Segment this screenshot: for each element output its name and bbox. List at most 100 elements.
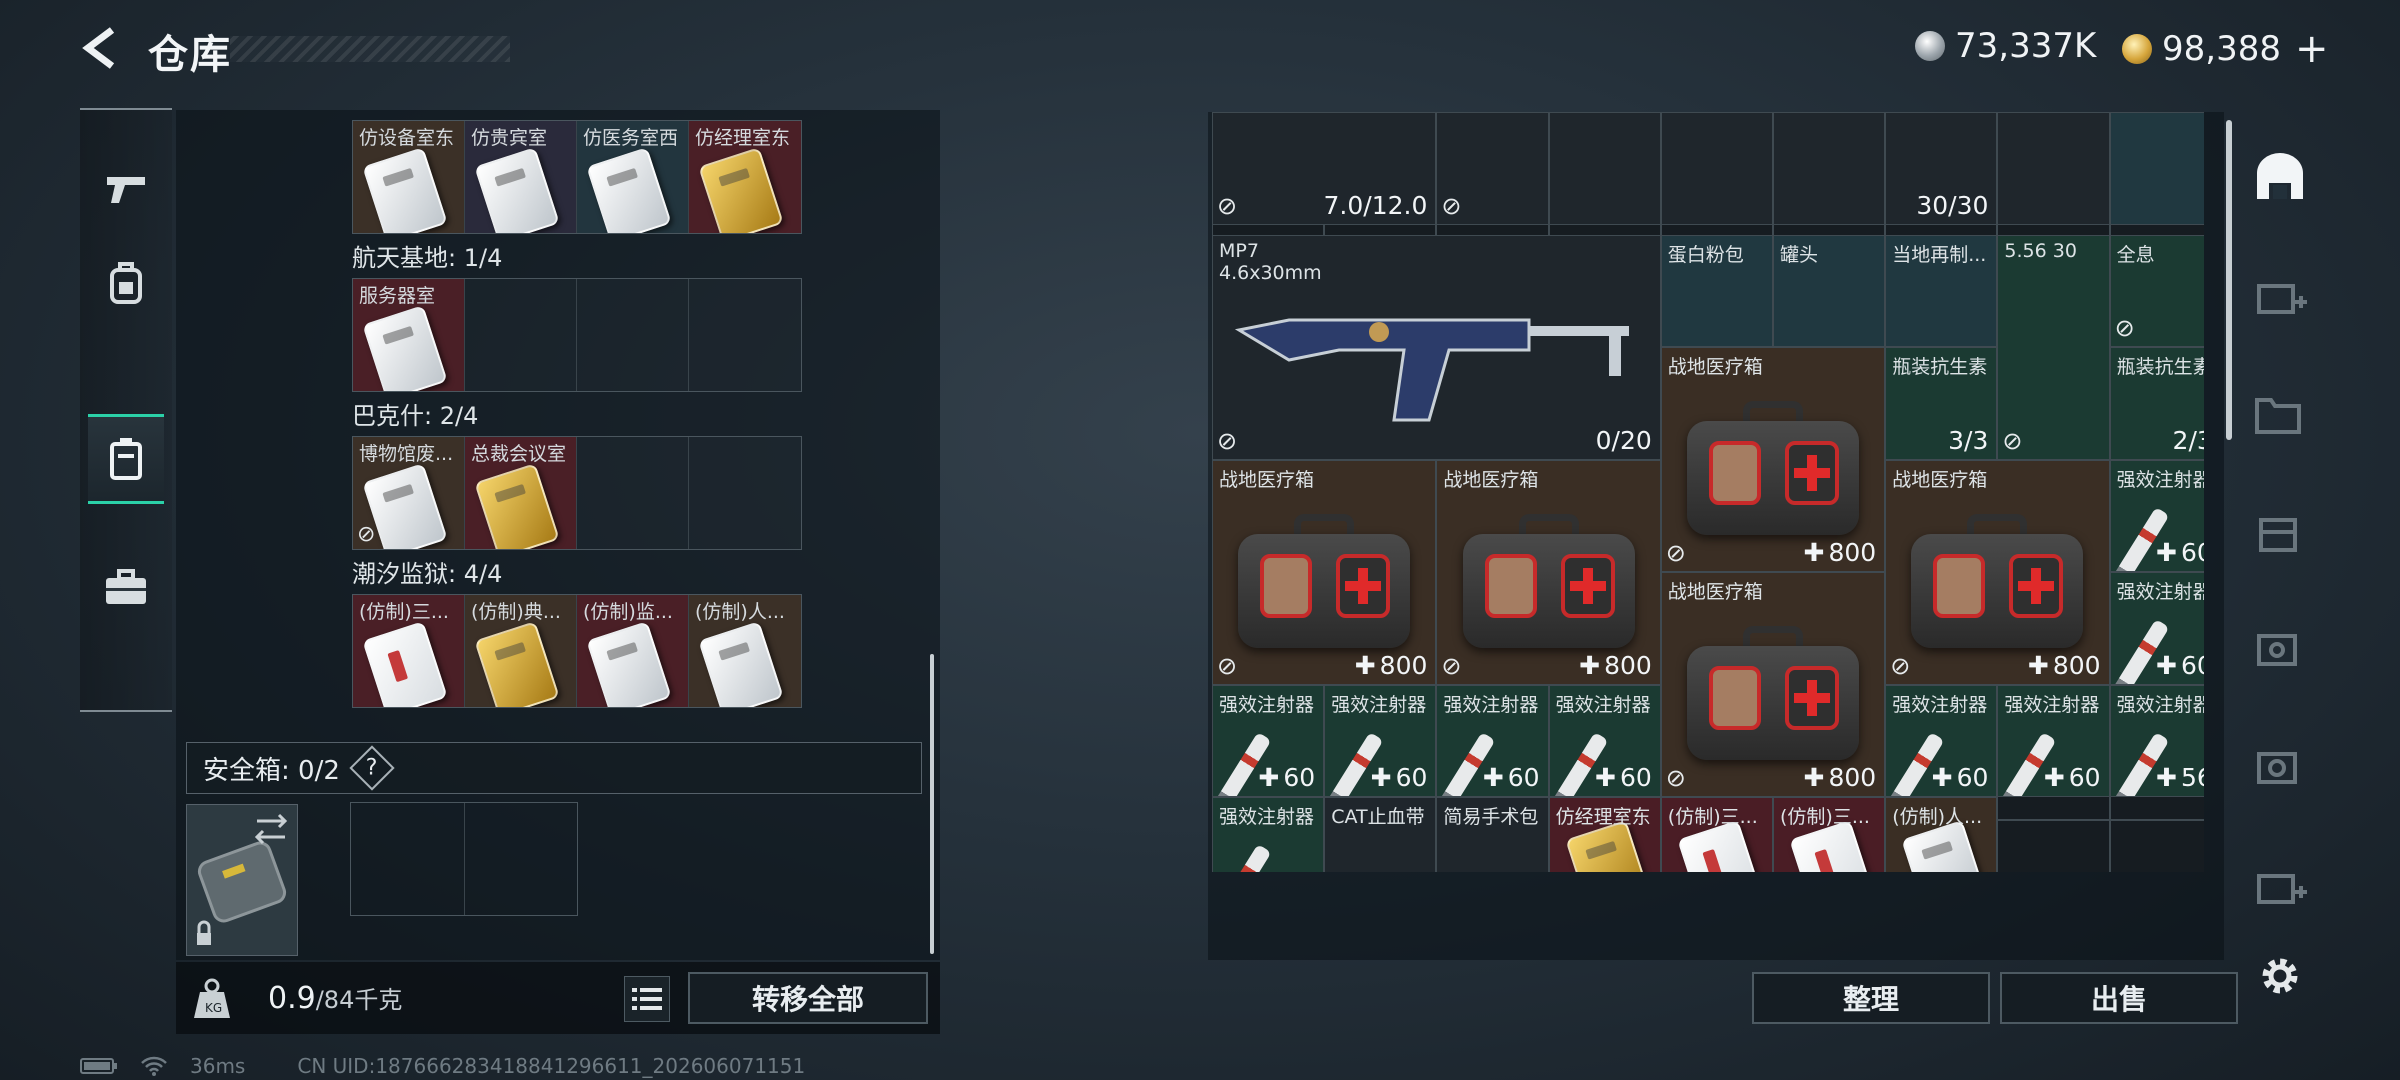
empty-slot[interactable] (689, 279, 801, 391)
syringe-item[interactable]: 强效注射器 ✚56 (2109, 684, 2204, 797)
item-name: 瓶装抗生素 (1892, 356, 1988, 378)
inventory-item[interactable]: (仿制)人... (1885, 797, 1998, 872)
inventory-item[interactable] (1660, 112, 1773, 225)
key-card-row: 博物馆废... ⊘ 总裁会议室 (352, 436, 802, 550)
key-card-slot[interactable]: 仿经理室东 (689, 121, 801, 233)
empty-slot[interactable] (465, 279, 577, 391)
syringe-item[interactable]: 强效注射器 ✚60 (1885, 684, 1998, 797)
safe-slot[interactable] (351, 803, 465, 915)
key-card-slot[interactable]: 博物馆废... ⊘ (353, 437, 465, 549)
item-value-text: 60 (2180, 538, 2204, 567)
empty-slot[interactable] (577, 279, 689, 391)
key-card-slot[interactable]: 仿贵宾室 (465, 121, 577, 233)
medkit-item[interactable]: 战地医疗箱 ⊘ ✚ 800 (1885, 459, 2110, 685)
inventory-item[interactable]: 瓶装抗生素 3/3 (1885, 347, 1998, 460)
empty-grid-cell[interactable] (2109, 819, 2204, 872)
tab-briefcase[interactable] (88, 542, 164, 632)
tab-storage-upgrade-4[interactable] (2248, 618, 2312, 682)
syringe-item[interactable]: 强效注射器 ✚60 (2109, 459, 2204, 572)
durability-plus-icon: ✚ (1595, 763, 1616, 792)
settings-button[interactable] (2248, 944, 2312, 1008)
key-card-slot[interactable]: 仿医务室西 (577, 121, 689, 233)
silver-coin-icon (1915, 31, 1945, 61)
weapon-item[interactable]: MP7 4.6x30mm ⊘ 0/20 (1212, 234, 1661, 460)
storage-scrollbar[interactable] (930, 654, 934, 954)
add-currency-button[interactable]: + (2295, 26, 2329, 72)
empty-slot[interactable] (577, 437, 689, 549)
item-value-text: 60 (2068, 763, 2101, 792)
tab-storage-upgrade-6[interactable] (2248, 854, 2312, 918)
back-button[interactable] (78, 24, 126, 72)
inventory-item[interactable]: 当地再制... (1885, 234, 1998, 347)
inventory-item[interactable]: ⊘ (1436, 112, 1549, 225)
tab-backpack[interactable] (88, 238, 164, 328)
list-view-button[interactable] (624, 976, 670, 1022)
empty-grid-cell[interactable] (1997, 819, 2110, 872)
silver-currency: 73,337K (1915, 26, 2096, 66)
key-card-slot[interactable]: 仿设备室东 (353, 121, 465, 233)
item-value: 30/30 (1916, 191, 1988, 220)
transfer-all-button[interactable]: 转移全部 (688, 972, 928, 1024)
sell-button[interactable]: 出售 (2000, 972, 2238, 1024)
syringe-item[interactable]: 强效注射器 ✚60 (1324, 684, 1437, 797)
item-value: ✚ 800 (1804, 538, 1877, 567)
inventory-item[interactable]: 罐头 (1773, 234, 1886, 347)
inventory-item[interactable]: 5.56 30 ⊘ (1997, 234, 2110, 460)
medkit-item[interactable]: 战地医疗箱 ⊘ ✚ 800 (1660, 347, 1886, 572)
key-card-row: 仿设备室东 仿贵宾室 仿医务室西 仿经理室东 (352, 120, 802, 234)
help-button[interactable]: ? (349, 745, 395, 791)
syringe-item[interactable]: 强效注射器✚42 (1212, 797, 1325, 872)
medkit-item[interactable]: 战地医疗箱 ⊘ ✚ 800 (1436, 459, 1661, 685)
inventory-item[interactable] (1997, 112, 2110, 225)
inventory-scrollbar[interactable] (2226, 120, 2232, 440)
inventory-item[interactable]: 仿经理室东 (1548, 797, 1661, 872)
inventory-item[interactable]: 30/30 (1885, 112, 1998, 225)
safe-box-slots (350, 802, 578, 916)
syringe-item[interactable]: 强效注射器 ✚60 (1436, 684, 1549, 797)
item-value-text: 60 (1507, 763, 1540, 792)
tab-storage-upgrade-5[interactable] (2248, 736, 2312, 800)
no-insure-icon: ⊘ (2114, 314, 2135, 342)
inventory-item[interactable] (1548, 112, 1661, 225)
key-card-slot[interactable]: (仿制)典... (465, 595, 577, 707)
key-card-slot[interactable]: (仿制)监... (577, 595, 689, 707)
inventory-item[interactable]: 瓶装抗生素 2/3 (2109, 347, 2204, 460)
tab-container[interactable] (88, 414, 164, 504)
tab-storage-overview[interactable] (2248, 146, 2312, 210)
inventory-item[interactable] (1773, 112, 1886, 225)
syringe-item[interactable]: 强效注射器 ✚60 (1548, 684, 1661, 797)
first-aid-kit-icon (1238, 513, 1411, 648)
safe-box-item[interactable] (186, 804, 298, 956)
inventory-item[interactable]: CAT止血带⊘4/4 (1324, 797, 1437, 872)
first-aid-kit-icon (1686, 626, 1859, 761)
item-value: ✚60 (1483, 763, 1540, 792)
tab-storage-upgrade-1[interactable] (2248, 264, 2312, 328)
sort-button[interactable]: 整理 (1752, 972, 1990, 1024)
inventory-item[interactable]: 简易手术包2/2 (1436, 797, 1549, 872)
key-card-slot[interactable]: 总裁会议室 (465, 437, 577, 549)
safe-slot[interactable] (465, 803, 578, 915)
inventory-item[interactable] (2109, 112, 2204, 225)
inventory-item[interactable]: 蛋白粉包 (1660, 234, 1773, 347)
syringe-item[interactable]: 强效注射器 ✚60 (1212, 684, 1325, 797)
medkit-item[interactable]: 战地医疗箱 ⊘ ✚ 800 (1660, 572, 1886, 797)
key-card-slot[interactable]: 服务器室 (353, 279, 465, 391)
back-arrow-icon (82, 27, 115, 69)
medkit-item[interactable]: 战地医疗箱 ⊘ ✚ 800 (1212, 459, 1437, 685)
tab-weapons[interactable] (88, 144, 164, 234)
empty-slot[interactable] (689, 437, 801, 549)
no-insure-icon: ⊘ (1217, 651, 1238, 680)
inventory-item[interactable]: (仿制)三... (1773, 797, 1886, 872)
item-name: 强效注射器 (1443, 693, 1539, 716)
syringe-item[interactable]: 强效注射器 ✚60 (2109, 572, 2204, 685)
tab-storage-upgrade-3[interactable] (2248, 500, 2312, 564)
inventory-item[interactable]: 全息 ⊘ (2109, 234, 2204, 347)
smg-icon (1234, 318, 1629, 421)
tab-storage-upgrade-2[interactable] (2248, 382, 2312, 446)
key-card-slot[interactable]: (仿制)人... (689, 595, 801, 707)
inventory-item[interactable]: ⊘ 7.0/12.0 (1212, 112, 1437, 225)
syringe-item[interactable]: 强效注射器 ✚60 (1997, 684, 2110, 797)
inventory-item[interactable]: (仿制)三... (1660, 797, 1773, 872)
key-card-slot[interactable]: (仿制)三... (353, 595, 465, 707)
inventory-grid: ⊘ 7.0/12.0 ⊘ 30/30 MP7 4.6x30mm ⊘ 0/20 蛋白粉包 罐头 当地… (1212, 112, 2204, 872)
